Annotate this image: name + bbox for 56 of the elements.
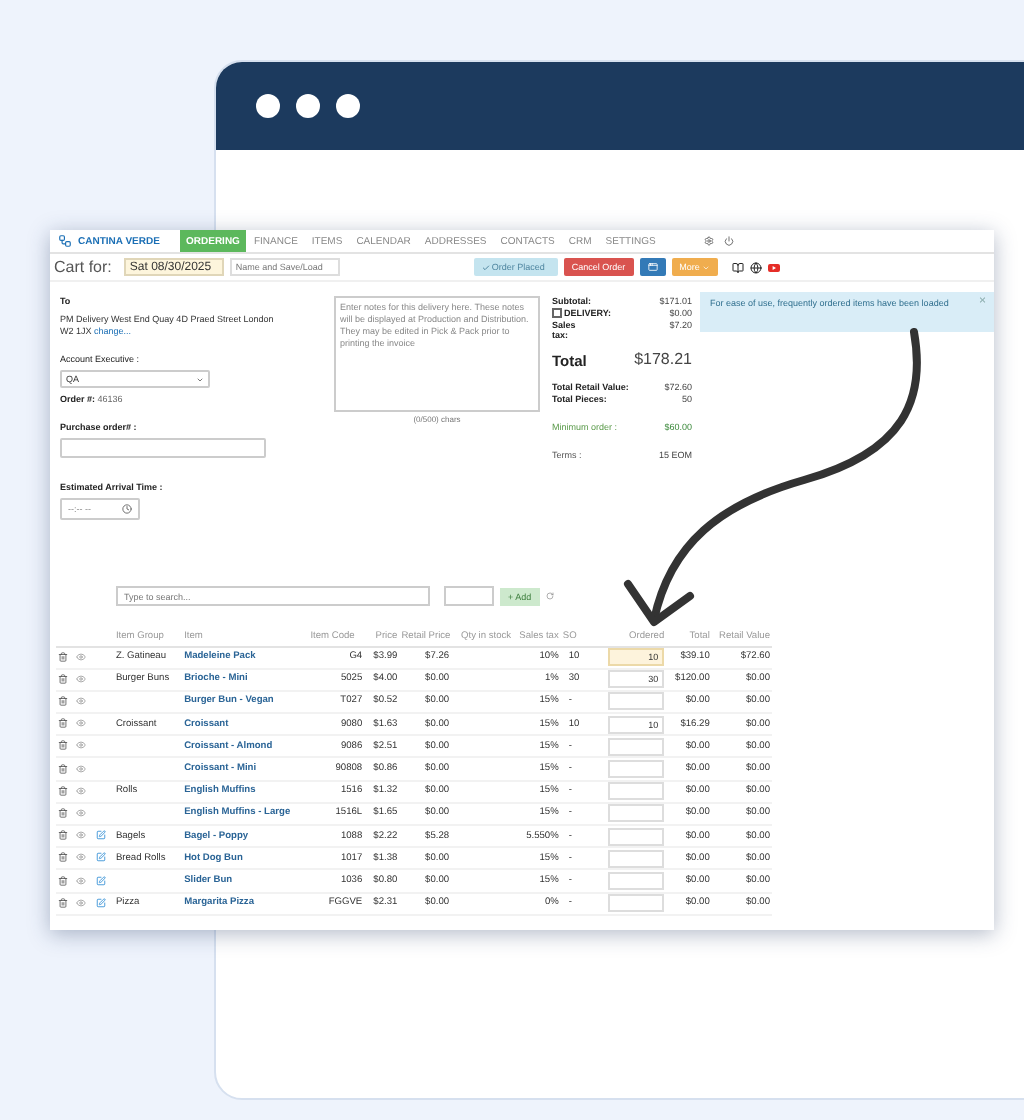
video-icon[interactable]: [767, 263, 780, 271]
logo-icon: [58, 234, 72, 248]
trash-icon[interactable]: [58, 808, 68, 819]
ordered-field[interactable]: [608, 871, 665, 890]
window-dot-icon: [336, 94, 360, 118]
refresh-icon[interactable]: [545, 592, 554, 600]
window-icon: [647, 262, 658, 272]
eye-icon[interactable]: [76, 897, 87, 908]
ordered-field[interactable]: [608, 692, 665, 711]
eye-icon[interactable]: [76, 763, 87, 774]
eye-icon[interactable]: [76, 651, 87, 662]
ordered-field[interactable]: [608, 782, 665, 801]
ordered-field[interactable]: [608, 760, 665, 779]
eye-icon[interactable]: [76, 785, 87, 796]
eye-icon[interactable]: [76, 830, 87, 841]
trash-icon[interactable]: [58, 763, 68, 774]
eye-icon[interactable]: [76, 673, 87, 684]
eye-icon[interactable]: [76, 808, 87, 819]
eye-icon[interactable]: [76, 718, 87, 729]
total-value: $178.21: [634, 350, 692, 370]
edit-icon[interactable]: [95, 897, 106, 908]
delivery-checkbox[interactable]: [552, 308, 562, 318]
edit-icon[interactable]: [95, 875, 106, 886]
edit-icon[interactable]: [95, 852, 106, 863]
eye-icon[interactable]: [76, 875, 87, 886]
purchase-order-field[interactable]: [60, 438, 266, 458]
trash-icon[interactable]: [58, 785, 68, 796]
ordered-field[interactable]: [608, 894, 665, 913]
trash-icon[interactable]: [58, 852, 68, 863]
trash-icon[interactable]: [58, 651, 68, 662]
ordered-field[interactable]: [608, 849, 665, 868]
settings-icon[interactable]: [703, 236, 714, 246]
trash-icon[interactable]: [58, 875, 68, 886]
trash-icon[interactable]: [58, 696, 68, 707]
book-icon[interactable]: [731, 261, 744, 273]
window-dot-icon: [296, 94, 320, 118]
check-icon: [481, 263, 490, 271]
eye-icon[interactable]: [76, 696, 87, 707]
trash-icon[interactable]: [58, 673, 68, 684]
window-button[interactable]: [639, 258, 666, 276]
eye-icon[interactable]: [76, 740, 87, 751]
eye-icon[interactable]: [76, 852, 87, 863]
trash-icon[interactable]: [58, 740, 68, 751]
trash-icon[interactable]: [58, 718, 68, 729]
ordered-field[interactable]: [608, 827, 665, 846]
cart-label: Cart for:: [54, 258, 112, 276]
window-dot-icon: [256, 94, 280, 118]
power-icon[interactable]: [723, 236, 734, 246]
trash-icon[interactable]: [58, 897, 68, 908]
trash-icon[interactable]: [58, 830, 68, 841]
edit-icon[interactable]: [95, 830, 106, 841]
quantity-field[interactable]: [444, 586, 494, 606]
ordered-field[interactable]: [608, 804, 665, 823]
ordered-field[interactable]: [608, 737, 665, 756]
globe-icon[interactable]: [749, 261, 762, 273]
clock-icon: [122, 504, 132, 514]
